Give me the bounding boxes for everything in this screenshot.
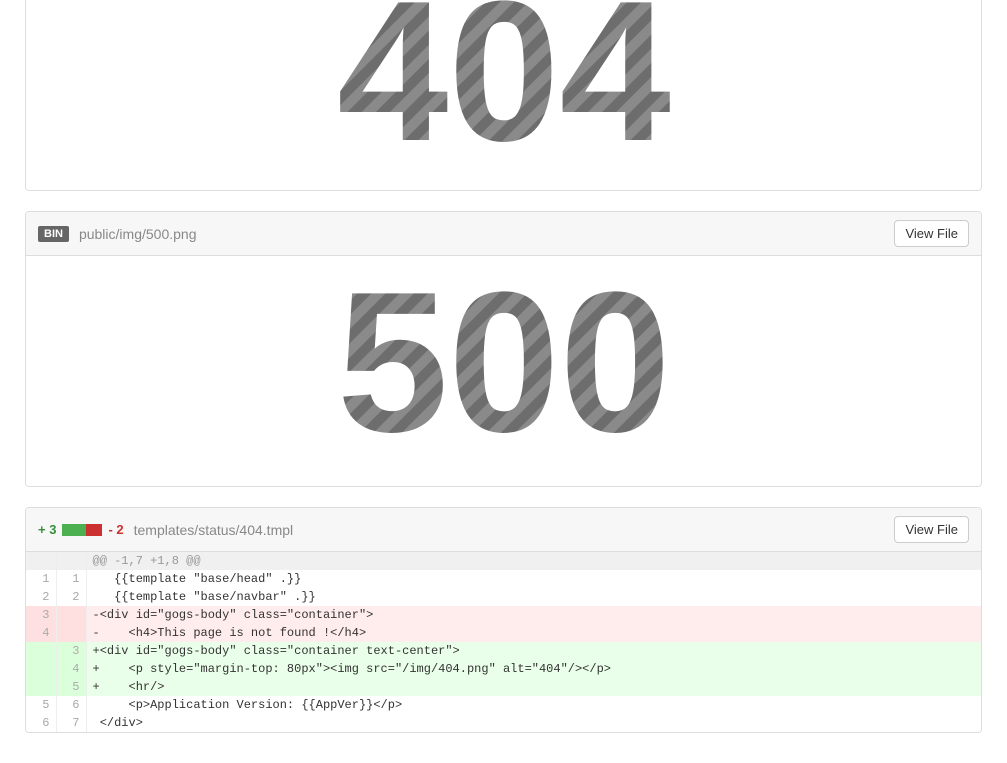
line-num-old	[26, 660, 56, 678]
svg-text:404: 404	[337, 0, 671, 160]
line-num-old: 5	[26, 696, 56, 714]
line-num-old	[26, 642, 56, 660]
line-num-new: 7	[56, 714, 86, 732]
image-404-svg: 404	[304, 0, 704, 160]
diff-code: - <h4>This page is not found !</h4>	[86, 624, 981, 642]
diff-code: + <hr/>	[86, 678, 981, 696]
deletions-count: - 2	[108, 522, 123, 537]
line-num-new: 6	[56, 696, 86, 714]
diff-code: +<div id="gogs-body" class="container te…	[86, 642, 981, 660]
line-num-new: 2	[56, 588, 86, 606]
view-file-button[interactable]: View File	[894, 516, 969, 543]
diff-row: 4+ <p style="margin-top: 80px"><img src=…	[26, 660, 981, 678]
diff-row: 22 {{template "base/navbar" .}}	[26, 588, 981, 606]
image-preview-500: 500	[26, 256, 981, 486]
diff-row: 56 <p>Application Version: {{AppVer}}</p…	[26, 696, 981, 714]
file-panel-tmpl: + 3 - 2 templates/status/404.tmpl View F…	[25, 507, 982, 733]
file-panel-404-partial: 404	[25, 0, 982, 191]
file-path: public/img/500.png	[79, 226, 197, 242]
line-num-new: 1	[56, 570, 86, 588]
image-500-svg: 500	[304, 276, 704, 456]
diff-hunk-row: @@ -1,7 +1,8 @@	[26, 552, 981, 570]
view-file-button[interactable]: View File	[894, 220, 969, 247]
diff-code: {{template "base/head" .}}	[86, 570, 981, 588]
image-preview-404: 404	[26, 0, 981, 190]
line-num-old	[26, 552, 56, 570]
diff-row: 67 </div>	[26, 714, 981, 732]
line-num-new	[56, 624, 86, 642]
line-num-new: 4	[56, 660, 86, 678]
diff-code: {{template "base/navbar" .}}	[86, 588, 981, 606]
line-num-old: 2	[26, 588, 56, 606]
diff-row: 5+ <hr/>	[26, 678, 981, 696]
diff-row: 3+<div id="gogs-body" class="container t…	[26, 642, 981, 660]
line-num-old: 3	[26, 606, 56, 624]
diff-bar	[62, 524, 102, 536]
diff-code: + <p style="margin-top: 80px"><img src="…	[86, 660, 981, 678]
additions-count: + 3	[38, 522, 56, 537]
file-header-500: BIN public/img/500.png View File	[26, 212, 981, 256]
diff-stats: + 3 - 2	[38, 522, 124, 537]
diff-row: 3 -<div id="gogs-body" class="container">	[26, 606, 981, 624]
file-panel-500: BIN public/img/500.png View File 500	[25, 211, 982, 487]
diff-bar-add	[62, 524, 86, 536]
diff-table: @@ -1,7 +1,8 @@ 11 {{template "base/head…	[26, 552, 981, 732]
line-num-old: 4	[26, 624, 56, 642]
line-num-old	[26, 678, 56, 696]
diff-row: 11 {{template "base/head" .}}	[26, 570, 981, 588]
diff-hunk-text: @@ -1,7 +1,8 @@	[86, 552, 981, 570]
diff-row: 4 - <h4>This page is not found !</h4>	[26, 624, 981, 642]
line-num-new	[56, 606, 86, 624]
line-num-new	[56, 552, 86, 570]
diff-code: </div>	[86, 714, 981, 732]
file-header-tmpl: + 3 - 2 templates/status/404.tmpl View F…	[26, 508, 981, 552]
bin-badge: BIN	[38, 226, 69, 242]
diff-code: <p>Application Version: {{AppVer}}</p>	[86, 696, 981, 714]
line-num-new: 5	[56, 678, 86, 696]
line-num-old: 6	[26, 714, 56, 732]
diff-bar-del	[86, 524, 102, 536]
svg-text:500: 500	[337, 276, 671, 456]
line-num-new: 3	[56, 642, 86, 660]
file-path: templates/status/404.tmpl	[134, 522, 294, 538]
diff-code: -<div id="gogs-body" class="container">	[86, 606, 981, 624]
line-num-old: 1	[26, 570, 56, 588]
